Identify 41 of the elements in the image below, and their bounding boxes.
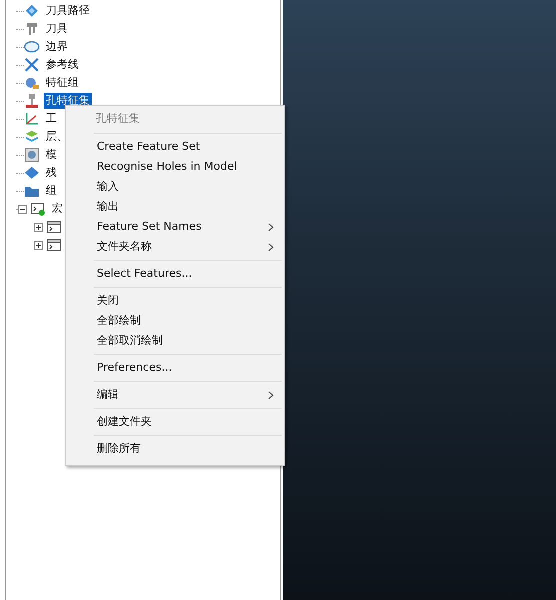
menu-item[interactable]: Select Features... — [66, 264, 284, 284]
pattern-icon — [24, 57, 40, 73]
tree-item[interactable]: 刀具 — [44, 21, 70, 37]
menu-item[interactable]: 删除所有 — [66, 439, 284, 459]
macro-icon — [46, 219, 62, 235]
menu-item[interactable]: 全部绘制 — [66, 311, 284, 331]
expand-icon[interactable] — [34, 240, 43, 250]
menu-item[interactable]: 关闭 — [66, 291, 284, 311]
feature-group-icon — [24, 75, 40, 91]
layer-icon — [24, 129, 40, 145]
tree-item[interactable]: 组 — [44, 183, 59, 199]
menu-item[interactable]: 输出 — [66, 197, 284, 217]
menu-item[interactable]: Create Feature Set — [66, 137, 284, 157]
menu-item[interactable]: Recognise Holes in Model — [66, 157, 284, 177]
tree-item[interactable]: 工 — [44, 111, 59, 127]
expand-icon[interactable] — [34, 222, 43, 232]
toolpath-icon — [24, 3, 40, 19]
menu-item[interactable]: 输入 — [66, 177, 284, 197]
tree-item[interactable]: 宏 — [50, 201, 65, 217]
stock-icon — [24, 165, 40, 181]
menu-item[interactable]: Preferences... — [66, 358, 284, 378]
tree-item[interactable]: 残 — [44, 165, 59, 181]
hole-icon — [24, 93, 40, 109]
boundary-icon — [24, 39, 40, 55]
model-icon — [24, 147, 40, 163]
tree-item[interactable]: 边界 — [44, 39, 70, 55]
menu-item[interactable]: 全部取消绘制 — [66, 331, 284, 351]
macro-icon — [30, 201, 46, 217]
menu-item[interactable]: Feature Set Names — [66, 217, 284, 237]
workplane-icon — [24, 111, 40, 127]
menu-item[interactable]: 创建文件夹 — [66, 412, 284, 432]
tree-item[interactable]: 参考线 — [44, 57, 81, 73]
collapse-icon[interactable] — [18, 204, 27, 214]
tool-icon — [24, 21, 40, 37]
menu-item[interactable]: 文件夹名称 — [66, 237, 284, 257]
tree-item[interactable]: 模 — [44, 147, 59, 163]
macro-icon — [46, 237, 62, 253]
menu-item[interactable]: 编辑 — [66, 385, 284, 405]
menu-title: 孔特征集 — [95, 111, 141, 127]
tree-item[interactable]: 特征组 — [44, 75, 81, 91]
tree-item[interactable]: 刀具路径 — [44, 3, 92, 19]
